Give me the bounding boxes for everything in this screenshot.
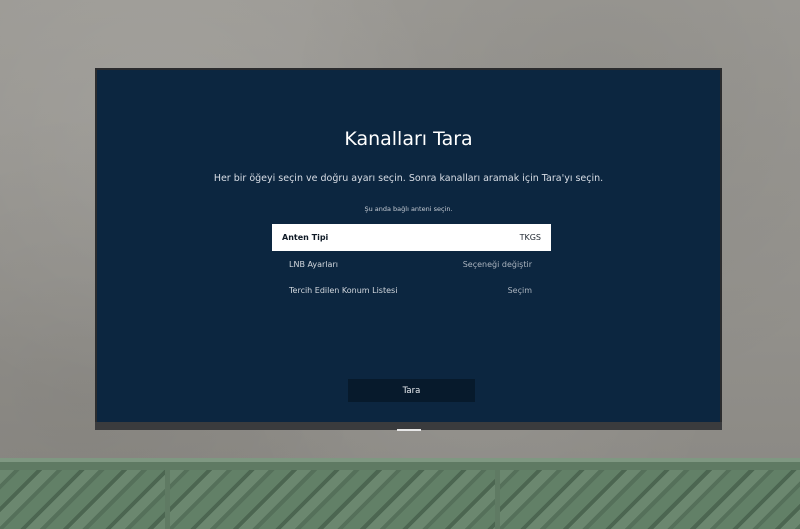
tv-led-indicator <box>397 429 421 431</box>
cabinet-panel-middle <box>170 470 495 529</box>
setting-row-preferred-location-list[interactable]: Tercih Edilen Konum Listesi Seçim <box>272 277 551 304</box>
setting-value: Seçeneği değiştir <box>462 260 532 269</box>
tv-screen: Kanalları Tara Her bir öğeyi seçin ve do… <box>97 70 720 422</box>
setting-label: Anten Tipi <box>282 233 329 242</box>
setting-row-lnb-settings[interactable]: LNB Ayarları Seçeneği değiştir <box>272 251 551 278</box>
hint-text: Şu anda bağlı anteni seçin. <box>364 205 453 213</box>
cabinet-panel-right <box>500 470 800 529</box>
setting-value: TKGS <box>519 233 541 242</box>
setting-label: LNB Ayarları <box>289 260 338 269</box>
scan-button[interactable]: Tara <box>348 379 475 402</box>
setting-value: Seçim <box>507 286 532 295</box>
television: Kanalları Tara Her bir öğeyi seçin ve do… <box>95 68 722 431</box>
green-cabinet <box>0 458 800 529</box>
cabinet-panel-left <box>0 470 165 529</box>
setting-label: Tercih Edilen Konum Listesi <box>289 286 398 295</box>
page-title: Kanalları Tara <box>344 128 473 150</box>
setting-row-antenna-type[interactable]: Anten Tipi TKGS <box>272 224 551 251</box>
instructions-text: Her bir öğeyi seçin ve doğru ayarı seçin… <box>213 173 604 184</box>
